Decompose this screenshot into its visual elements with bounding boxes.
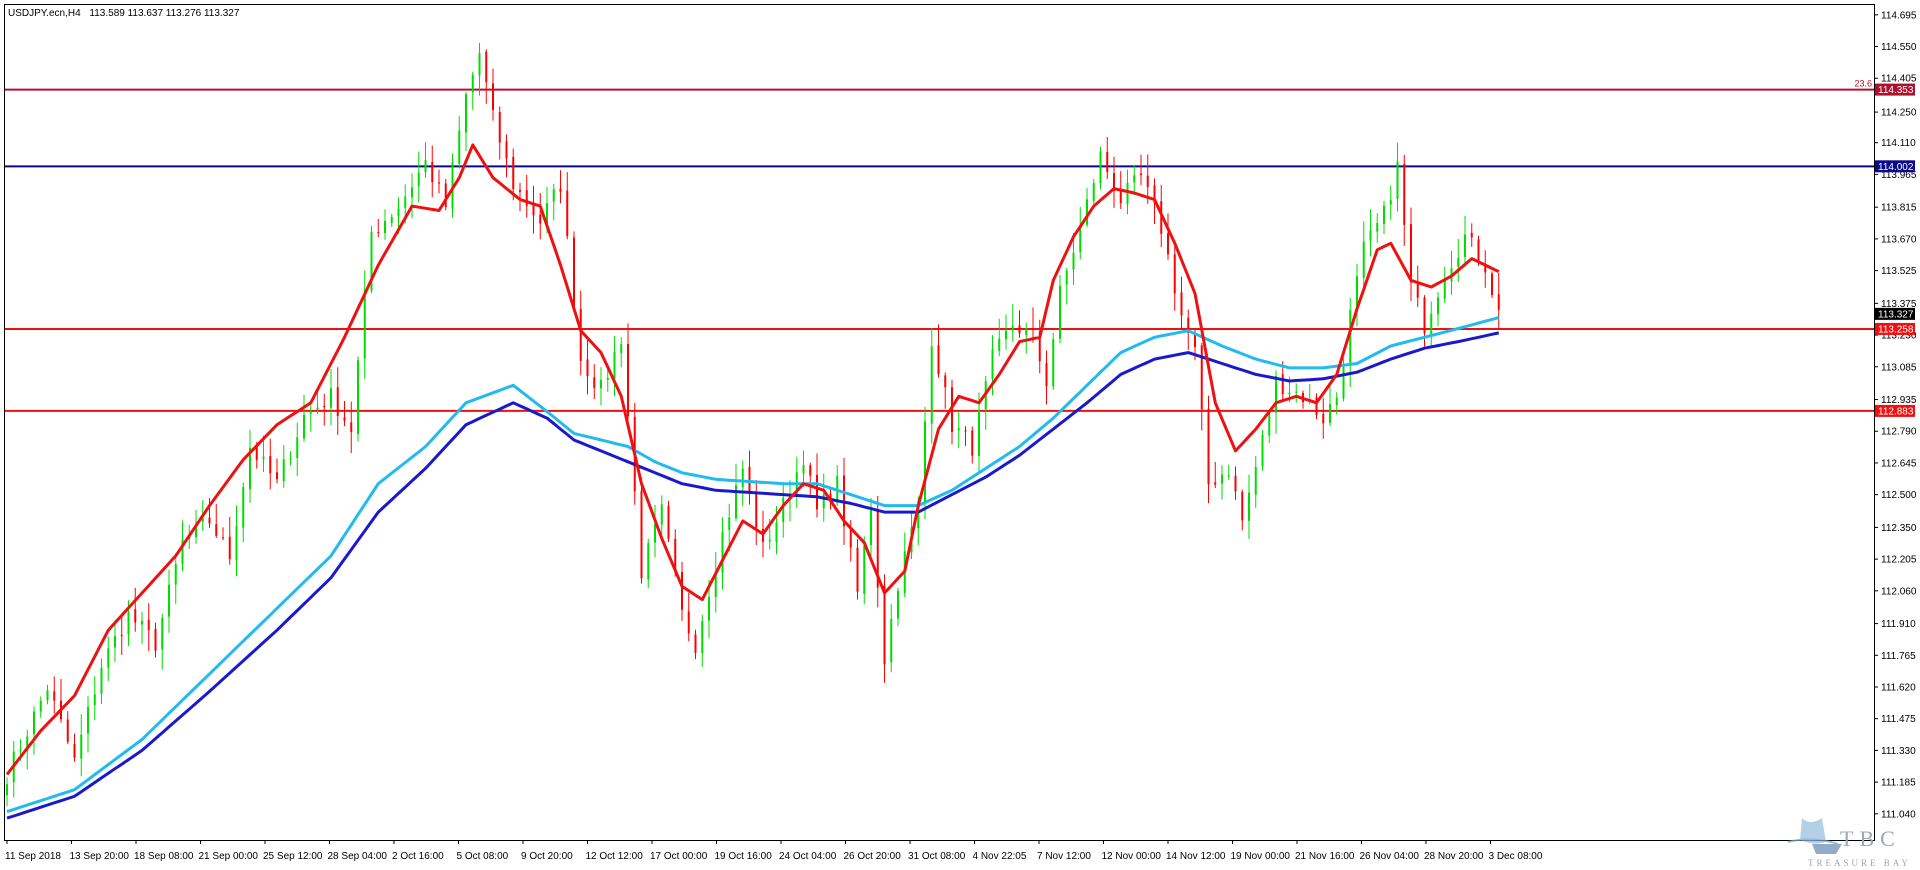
x-tick-label-3: 21 Sep 00:00 (199, 851, 259, 862)
y-tick-label-17: 112.205 (1881, 555, 1917, 566)
svg-text:114.353: 114.353 (1878, 85, 1914, 96)
x-tick-label-15: 4 Nov 22:05 (973, 851, 1027, 862)
x-tick-label-13: 26 Oct 20:00 (844, 851, 902, 862)
y-tick-label-15: 112.500 (1881, 490, 1917, 501)
y-tick-label-3: 114.250 (1881, 108, 1917, 119)
y-tick-label-13: 112.790 (1881, 427, 1917, 438)
level-price-tag-1: 114.002 (1875, 160, 1915, 173)
x-tick-label-20: 21 Nov 16:00 (1295, 851, 1355, 862)
y-tick-label-8: 113.525 (1881, 266, 1917, 277)
y-tick-label-25: 111.040 (1881, 809, 1916, 820)
price-chart[interactable]: 23.6 114.695 114.550 114.405 114.250 114.110… (0, 0, 1920, 870)
y-tick-label-6: 113.815 (1881, 203, 1917, 214)
candle (856, 539, 859, 600)
y-tick-label-4: 114.110 (1881, 138, 1916, 149)
current-price-tag: 113.327 (1875, 307, 1915, 320)
y-tick-label-19: 111.910 (1881, 619, 1916, 630)
y-tick-label-23: 111.330 (1881, 746, 1916, 757)
x-tick-label-10: 17 Oct 00:00 (650, 851, 708, 862)
x-tick-label-8: 9 Oct 20:00 (521, 851, 573, 862)
x-tick-label-22: 28 Nov 20:00 (1424, 851, 1484, 862)
x-tick-label-11: 19 Oct 16:00 (715, 851, 773, 862)
y-tick-label-22: 111.475 (1881, 714, 1916, 725)
y-tick-label-16: 112.350 (1881, 523, 1917, 534)
chart-background (0, 0, 1920, 870)
y-tick-label-20: 111.765 (1881, 651, 1916, 662)
x-tick-label-21: 26 Nov 04:00 (1360, 851, 1420, 862)
fib-label: 23.6 (1854, 79, 1872, 89)
candle (1052, 332, 1055, 390)
y-tick-label-21: 111.620 (1881, 682, 1916, 693)
y-tick-label-24: 111.185 (1881, 778, 1916, 789)
candle (1491, 271, 1493, 299)
y-tick-label-0: 114.695 (1881, 10, 1917, 21)
level-price-tag-0: 114.353 (1875, 83, 1915, 96)
x-tick-label-18: 14 Nov 12:00 (1166, 851, 1226, 862)
y-tick-label-1: 114.550 (1881, 42, 1917, 53)
y-tick-label-2: 114.405 (1881, 74, 1917, 85)
x-tick-label-17: 12 Nov 00:00 (1102, 851, 1162, 862)
x-tick-label-12: 24 Oct 04:00 (779, 851, 837, 862)
x-tick-label-1: 13 Sep 20:00 (70, 851, 130, 862)
y-tick-label-12: 112.935 (1881, 395, 1917, 406)
x-tick-label-16: 7 Nov 12:00 (1037, 851, 1091, 862)
symbol-timeframe: USDJPY.ecn,H4 (8, 8, 81, 19)
svg-text:114.002: 114.002 (1878, 162, 1914, 173)
ohlc-values: 113.589 113.637 113.276 113.327 (89, 8, 239, 19)
x-tick-label-4: 25 Sep 12:00 (263, 851, 323, 862)
y-tick-label-11: 113.085 (1881, 362, 1917, 373)
candle (444, 178, 447, 211)
y-tick-label-14: 112.645 (1881, 458, 1917, 469)
x-tick-label-9: 12 Oct 12:00 (586, 851, 644, 862)
x-tick-label-6: 2 Oct 16:00 (392, 851, 444, 862)
watermark-logo: TBC (1840, 826, 1901, 851)
candle (357, 356, 359, 442)
candle (1261, 430, 1264, 471)
x-tick-label-7: 5 Oct 08:00 (457, 851, 509, 862)
x-tick-label-14: 31 Oct 08:00 (908, 851, 966, 862)
level-price-tag-3: 112.883 (1875, 404, 1915, 417)
y-tick-label-7: 113.670 (1881, 234, 1917, 245)
candle (640, 477, 643, 584)
watermark-name: TREASURE BAY (1808, 858, 1911, 868)
candle (667, 500, 670, 543)
svg-text:112.883: 112.883 (1878, 406, 1914, 417)
level-price-tag-2: 113.258 (1875, 322, 1915, 335)
y-tick-label-18: 112.060 (1881, 586, 1917, 597)
svg-text:113.327: 113.327 (1878, 309, 1914, 320)
symbol-label: USDJPY.ecn,H4 113.589 113.637 113.276 11… (8, 8, 240, 19)
x-tick-label-2: 18 Sep 08:00 (134, 851, 194, 862)
x-tick-label-23: 3 Dec 08:00 (1489, 851, 1543, 862)
svg-text:113.258: 113.258 (1878, 324, 1914, 335)
x-tick-label-19: 19 Nov 00:00 (1231, 851, 1291, 862)
x-tick-label-5: 28 Sep 04:00 (328, 851, 388, 862)
x-tick-label-0: 11 Sep 2018 (5, 851, 61, 862)
candle (573, 231, 575, 312)
